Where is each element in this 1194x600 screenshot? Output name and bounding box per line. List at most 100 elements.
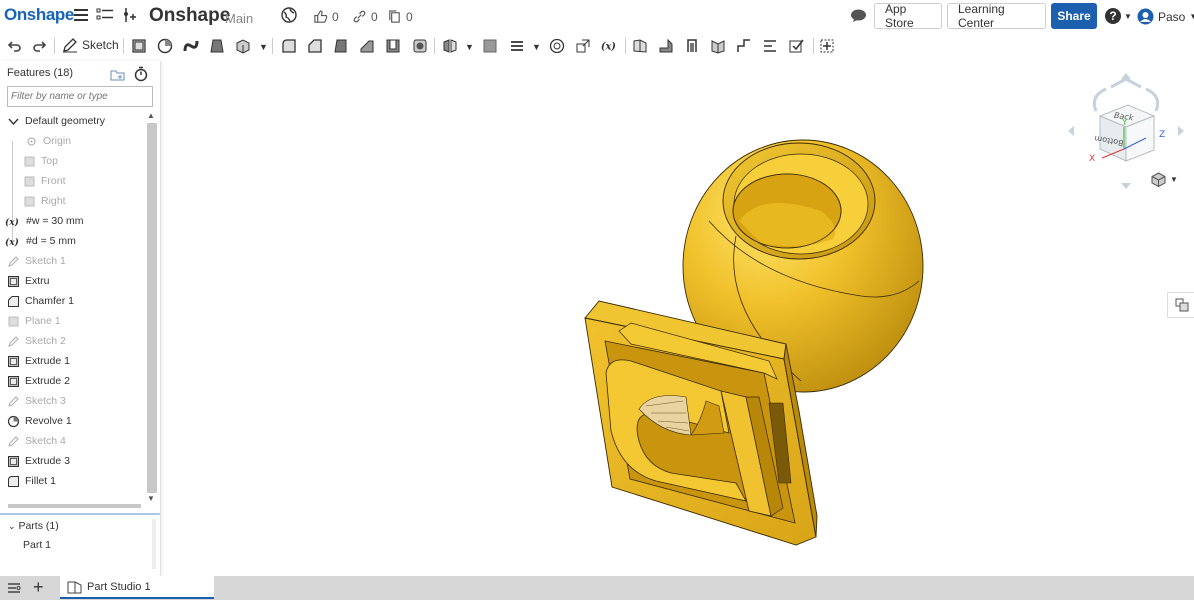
redo-icon[interactable] <box>30 36 50 56</box>
insert-icon[interactable] <box>122 7 137 23</box>
panel-divider[interactable] <box>0 513 160 515</box>
tab-manager-icon[interactable] <box>7 582 21 594</box>
menu-icon[interactable] <box>74 9 88 21</box>
hem-icon[interactable] <box>682 36 702 56</box>
chevron-down-icon[interactable] <box>6 114 20 128</box>
list-item[interactable]: Extrude 1 <box>0 351 145 371</box>
part-item[interactable]: Part 1 <box>23 539 51 551</box>
list-item[interactable]: Sketch 4 <box>0 431 145 451</box>
add-custom-feature-icon[interactable] <box>817 36 837 56</box>
extrude-icon[interactable] <box>129 36 149 56</box>
chevron-down-icon[interactable]: ▼ <box>532 42 541 52</box>
like-counter[interactable]: 0 <box>313 9 339 24</box>
list-item[interactable]: (x) #d = 5 mm <box>0 231 145 251</box>
workspace-name[interactable]: Main <box>225 11 253 26</box>
parts-scrollbar[interactable] <box>152 519 156 569</box>
helix-icon[interactable] <box>547 36 567 56</box>
undo-icon[interactable] <box>4 36 24 56</box>
tab-part-studio[interactable]: Part Studio 1 <box>60 576 214 599</box>
appearance-icon <box>1175 298 1188 312</box>
sketch-icon <box>6 434 20 448</box>
sketch-icon <box>6 254 20 268</box>
share-button[interactable]: Share <box>1051 3 1097 29</box>
plane-icon[interactable] <box>480 36 500 56</box>
tab-icon[interactable] <box>708 36 728 56</box>
plane-icon <box>22 154 36 168</box>
flange-icon[interactable] <box>656 36 676 56</box>
shell-icon[interactable] <box>383 36 403 56</box>
onshape-logo[interactable]: Onshape <box>4 5 74 25</box>
sweep-icon[interactable] <box>181 36 201 56</box>
sketch-icon <box>6 394 20 408</box>
thicken-icon[interactable] <box>233 36 253 56</box>
fillet-icon[interactable] <box>279 36 299 56</box>
feature-list-icon[interactable] <box>96 7 114 23</box>
chevron-up-icon[interactable]: ▲ <box>147 111 155 120</box>
list-item[interactable]: Front <box>0 171 145 191</box>
horizontal-scrollbar[interactable] <box>8 504 141 508</box>
user-menu[interactable]: Paso ▼ <box>1137 8 1194 25</box>
list-item[interactable]: Extrude 2 <box>0 371 145 391</box>
loft-icon[interactable] <box>207 36 227 56</box>
list-item[interactable]: Right <box>0 191 145 211</box>
tab-bar: + Part Studio 1 <box>0 576 1194 600</box>
transform-icon[interactable] <box>573 36 593 56</box>
list-item[interactable]: Extru <box>0 271 145 291</box>
feature-list: Default geometry Origin Top Front Right … <box>0 111 145 503</box>
list-item[interactable]: Sketch 1 <box>0 251 145 271</box>
globe-icon[interactable] <box>281 7 297 23</box>
list-item[interactable]: Default geometry <box>0 111 145 131</box>
comments-icon[interactable] <box>850 9 867 23</box>
feature-list-scrollbar[interactable]: ▲ ▼ <box>146 111 157 503</box>
sketch-label: Sketch <box>82 38 119 52</box>
rib-icon[interactable] <box>357 36 377 56</box>
chamfer-icon[interactable] <box>305 36 325 56</box>
sheet-metal-icon[interactable] <box>630 36 650 56</box>
appearance-panel-tab[interactable] <box>1167 292 1194 318</box>
copy-counter[interactable]: 0 <box>387 9 413 24</box>
document-title[interactable]: Onshape <box>149 5 230 27</box>
boolean-icon[interactable] <box>440 36 460 56</box>
scroll-thumb[interactable] <box>147 123 157 493</box>
part-model[interactable] <box>161 61 1194 576</box>
sketch-icon <box>6 334 20 348</box>
revolve-icon <box>6 414 20 428</box>
list-item[interactable]: Sketch 3 <box>0 391 145 411</box>
learning-center-button[interactable]: Learning Center <box>947 2 1046 30</box>
list-item[interactable]: Plane 1 <box>0 311 145 331</box>
parts-header[interactable]: ⌄ Parts (1) <box>8 520 59 532</box>
chevron-down-icon: ▼ <box>1124 11 1132 21</box>
add-tab-button[interactable]: + <box>33 577 44 598</box>
graphics-viewport[interactable]: Back Bottom X Y Z ▼ <box>161 61 1194 576</box>
app-store-button[interactable]: App Store <box>874 2 942 30</box>
bend-relief-icon[interactable] <box>734 36 754 56</box>
list-item[interactable]: (x) #w = 30 mm <box>0 211 145 231</box>
list-item[interactable]: Revolve 1 <box>0 411 145 431</box>
chevron-down-icon[interactable]: ▼ <box>147 494 155 503</box>
link-counter[interactable]: 0 <box>352 9 378 24</box>
list-item[interactable]: Origin <box>0 131 145 151</box>
feature-filter-input[interactable] <box>7 86 153 107</box>
list-item[interactable]: Chamfer 1 <box>0 291 145 311</box>
view-options[interactable]: ▼ <box>1151 172 1178 187</box>
mate-connector-icon[interactable] <box>507 36 527 56</box>
revolve-icon[interactable] <box>155 36 175 56</box>
sketch-button[interactable]: Sketch <box>62 37 119 53</box>
chevron-down-icon[interactable]: ▼ <box>259 42 268 52</box>
rollback-timer-icon[interactable] <box>134 66 148 82</box>
chevron-down-icon[interactable]: ▼ <box>465 42 474 52</box>
feature-toolbar: Sketch ▼ ▼ ▼ (x) <box>0 32 1194 60</box>
list-item[interactable]: Extrude 3 <box>0 451 145 471</box>
help-menu[interactable]: ? ▼ <box>1105 8 1132 24</box>
variable-icon[interactable]: (x) <box>599 36 619 56</box>
finish-icon[interactable] <box>786 36 806 56</box>
hole-icon[interactable] <box>410 36 430 56</box>
draft-icon[interactable] <box>331 36 351 56</box>
list-item[interactable]: Top <box>0 151 145 171</box>
add-folder-icon[interactable] <box>110 68 125 81</box>
list-item[interactable]: Fillet 1 <box>0 471 145 491</box>
list-item[interactable]: Sketch 2 <box>0 331 145 351</box>
axis-z-label: Z <box>1159 130 1165 140</box>
avatar <box>1137 8 1154 25</box>
form-icon[interactable] <box>760 36 780 56</box>
